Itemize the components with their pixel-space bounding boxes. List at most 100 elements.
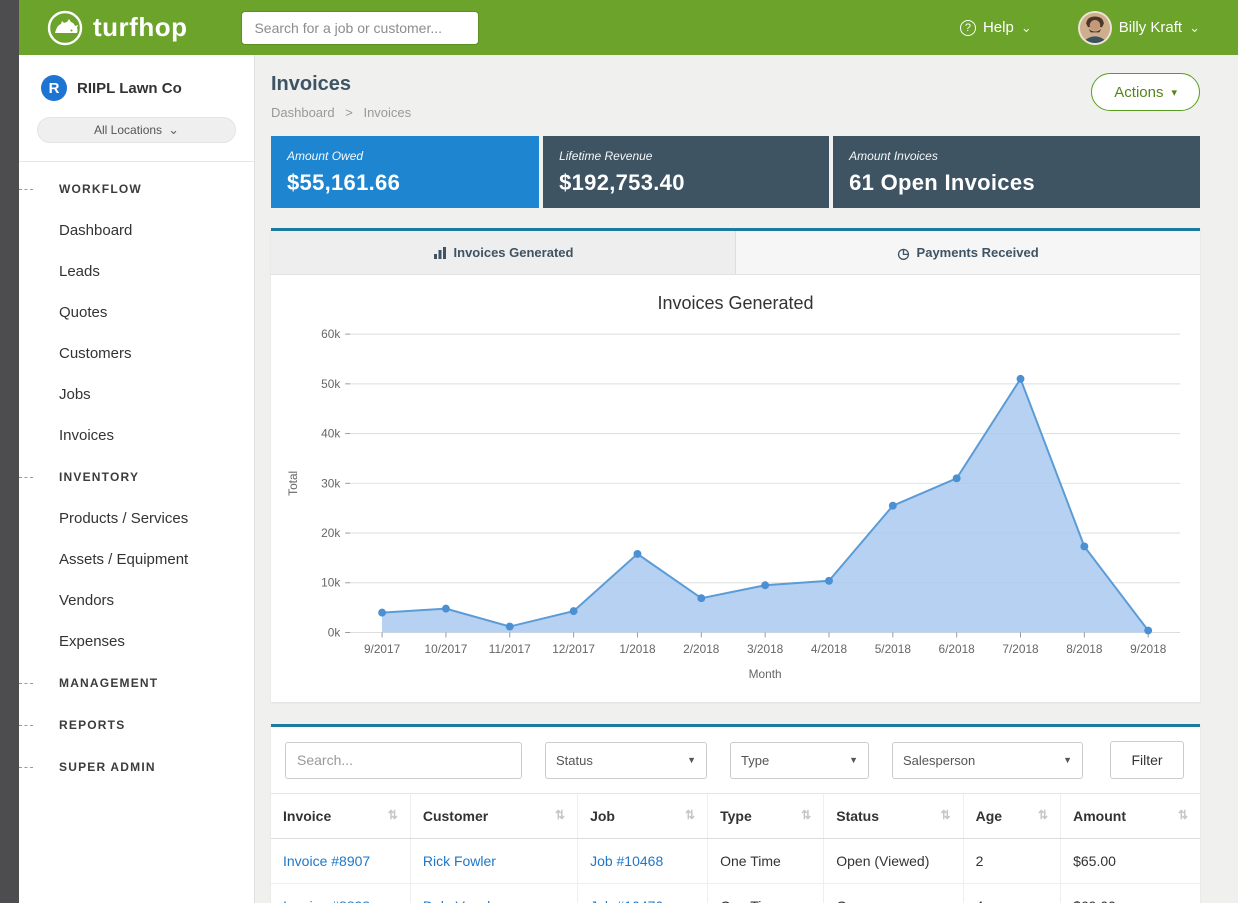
- sidebar-item-leads[interactable]: Leads: [19, 251, 254, 292]
- type-filter-select[interactable]: Type ▼: [730, 742, 869, 779]
- sidebar-item-jobs[interactable]: Jobs: [19, 374, 254, 415]
- stats-row: Amount Owed $55,161.66 Lifetime Revenue $19…: [271, 136, 1200, 208]
- sidebar-item-invoices[interactable]: Invoices: [19, 415, 254, 456]
- sidebar-item-expenses[interactable]: Expenses: [19, 621, 254, 662]
- page-title: Invoices: [271, 73, 411, 96]
- svg-text:4/2018: 4/2018: [811, 642, 848, 656]
- brand-wordmark: turfhop: [93, 12, 187, 43]
- global-search-input[interactable]: [241, 11, 479, 45]
- svg-text:Month: Month: [749, 667, 782, 681]
- company-name: RIIPL Lawn Co: [77, 80, 182, 97]
- breadcrumb-separator: >: [345, 105, 353, 120]
- svg-text:9/2018: 9/2018: [1130, 642, 1167, 656]
- cell-type: One Time: [708, 839, 824, 884]
- cell-status: Open: [824, 884, 963, 903]
- svg-text:10/2017: 10/2017: [425, 642, 468, 656]
- breadcrumb-dashboard[interactable]: Dashboard: [271, 105, 335, 120]
- stat-label: Lifetime Revenue: [559, 149, 813, 163]
- cell-invoice[interactable]: Invoice #8898: [271, 884, 410, 903]
- table-search-input[interactable]: [285, 742, 522, 779]
- svg-text:0k: 0k: [328, 625, 341, 639]
- column-header-type[interactable]: Type⇅: [708, 794, 824, 839]
- type-filter-label: Type: [741, 753, 769, 768]
- sidebar-item-customers[interactable]: Customers: [19, 333, 254, 374]
- cell-job[interactable]: Job #10468: [578, 839, 708, 884]
- bar-chart-icon: [433, 246, 447, 260]
- clock-icon: ◷: [897, 246, 909, 260]
- help-menu[interactable]: ? Help ⌄: [960, 19, 1032, 36]
- cell-age: 2: [963, 839, 1061, 884]
- svg-text:9/2017: 9/2017: [364, 642, 400, 656]
- locations-dropdown[interactable]: All Locations ⌄: [37, 117, 236, 143]
- column-label: Invoice: [283, 808, 331, 824]
- column-header-job[interactable]: Job ⇅: [578, 794, 708, 839]
- svg-text:30k: 30k: [321, 476, 340, 490]
- sort-icon[interactable]: ⇅: [1178, 808, 1188, 822]
- stat-value: $55,161.66: [287, 170, 523, 196]
- stat-label: Amount Owed: [287, 149, 523, 163]
- sort-icon[interactable]: ⇅: [1038, 808, 1048, 822]
- filter-button[interactable]: Filter: [1110, 741, 1184, 779]
- sort-icon[interactable]: ⇅: [941, 808, 951, 822]
- cell-status: Open (Viewed): [824, 839, 963, 884]
- sidebar-item-quotes[interactable]: Quotes: [19, 292, 254, 333]
- tab-invoices-generated[interactable]: Invoices Generated: [271, 231, 735, 274]
- column-label: Amount: [1073, 808, 1126, 824]
- svg-text:Total: Total: [286, 471, 300, 496]
- svg-text:50k: 50k: [321, 377, 340, 391]
- sidebar-section-workflow[interactable]: WORKFLOW: [19, 168, 254, 210]
- app-window: turfhop ? Help ⌄ Bill: [0, 0, 1238, 903]
- window-edge-strip: [0, 0, 19, 903]
- sidebar-nav: WORKFLOWDashboardLeadsQuotesCustomersJob…: [19, 162, 254, 788]
- sort-icon[interactable]: ⇅: [801, 808, 811, 822]
- tab-payments-received[interactable]: ◷Payments Received: [735, 231, 1200, 274]
- svg-text:12/2017: 12/2017: [552, 642, 595, 656]
- actions-button[interactable]: Actions ▾: [1091, 73, 1200, 111]
- cell-job[interactable]: Job #10470: [578, 884, 708, 903]
- sidebar-item-assets-equipment[interactable]: Assets / Equipment: [19, 539, 254, 580]
- company-selector[interactable]: R RIIPL Lawn Co: [19, 55, 254, 113]
- breadcrumb-current: Invoices: [363, 105, 411, 120]
- stat-value: 61 Open Invoices: [849, 170, 1184, 196]
- brand-home-link[interactable]: turfhop: [47, 10, 187, 46]
- sidebar-section-reports[interactable]: REPORTS: [19, 704, 254, 746]
- sidebar-item-vendors[interactable]: Vendors: [19, 580, 254, 621]
- sort-icon[interactable]: ⇅: [555, 808, 565, 822]
- main-content: Invoices Dashboard > Invoices Actions ▾ …: [255, 55, 1238, 903]
- column-label: Age: [976, 808, 1002, 824]
- sidebar: R RIIPL Lawn Co All Locations ⌄ WORKFLOW…: [19, 55, 255, 903]
- chevron-down-icon: ⌄: [168, 122, 179, 138]
- salesperson-filter-select[interactable]: Salesperson ▼: [892, 742, 1083, 779]
- user-menu[interactable]: Billy Kraft ⌄: [1078, 11, 1200, 45]
- svg-text:60k: 60k: [321, 327, 340, 341]
- cell-customer[interactable]: Rick Fowler: [410, 839, 577, 884]
- sidebar-section-super-admin[interactable]: SUPER ADMIN: [19, 746, 254, 788]
- invoices-table-panel: Status ▼ Type ▼ Salesperson ▼ Filter Inv…: [271, 724, 1200, 903]
- salesperson-filter-label: Salesperson: [903, 753, 975, 768]
- sidebar-section-inventory[interactable]: INVENTORY: [19, 456, 254, 498]
- column-label: Job: [590, 808, 615, 824]
- column-header-amount[interactable]: Amount ⇅: [1061, 794, 1200, 839]
- stat-card-amount-invoices: Amount Invoices61 Open Invoices: [833, 136, 1200, 208]
- chevron-down-icon: ⌄: [1189, 20, 1200, 36]
- chart-panel: Invoices Generated◷Payments Received Inv…: [271, 228, 1200, 702]
- column-header-invoice[interactable]: Invoice ⇅: [271, 794, 410, 839]
- svg-text:10k: 10k: [321, 576, 340, 590]
- status-filter-label: Status: [556, 753, 593, 768]
- sidebar-item-dashboard[interactable]: Dashboard: [19, 210, 254, 251]
- sort-icon[interactable]: ⇅: [388, 808, 398, 822]
- help-icon: ?: [960, 20, 976, 36]
- sort-icon[interactable]: ⇅: [685, 808, 695, 822]
- sidebar-section-management[interactable]: MANAGEMENT: [19, 662, 254, 704]
- column-header-customer[interactable]: Customer⇅: [410, 794, 577, 839]
- cell-invoice[interactable]: Invoice #8907: [271, 839, 410, 884]
- sidebar-item-products-services[interactable]: Products / Services: [19, 498, 254, 539]
- cell-customer[interactable]: Dale Vaughn: [410, 884, 577, 903]
- column-header-status[interactable]: Status⇅: [824, 794, 963, 839]
- svg-text:8/2018: 8/2018: [1066, 642, 1103, 656]
- status-filter-select[interactable]: Status ▼: [545, 742, 707, 779]
- user-name: Billy Kraft: [1119, 19, 1182, 36]
- invoices-table: Invoice⇅Customer⇅Job⇅Type⇅Status⇅Age⇅Amo…: [271, 793, 1200, 903]
- stat-value: $192,753.40: [559, 170, 813, 196]
- column-header-age[interactable]: Age ⇅: [963, 794, 1061, 839]
